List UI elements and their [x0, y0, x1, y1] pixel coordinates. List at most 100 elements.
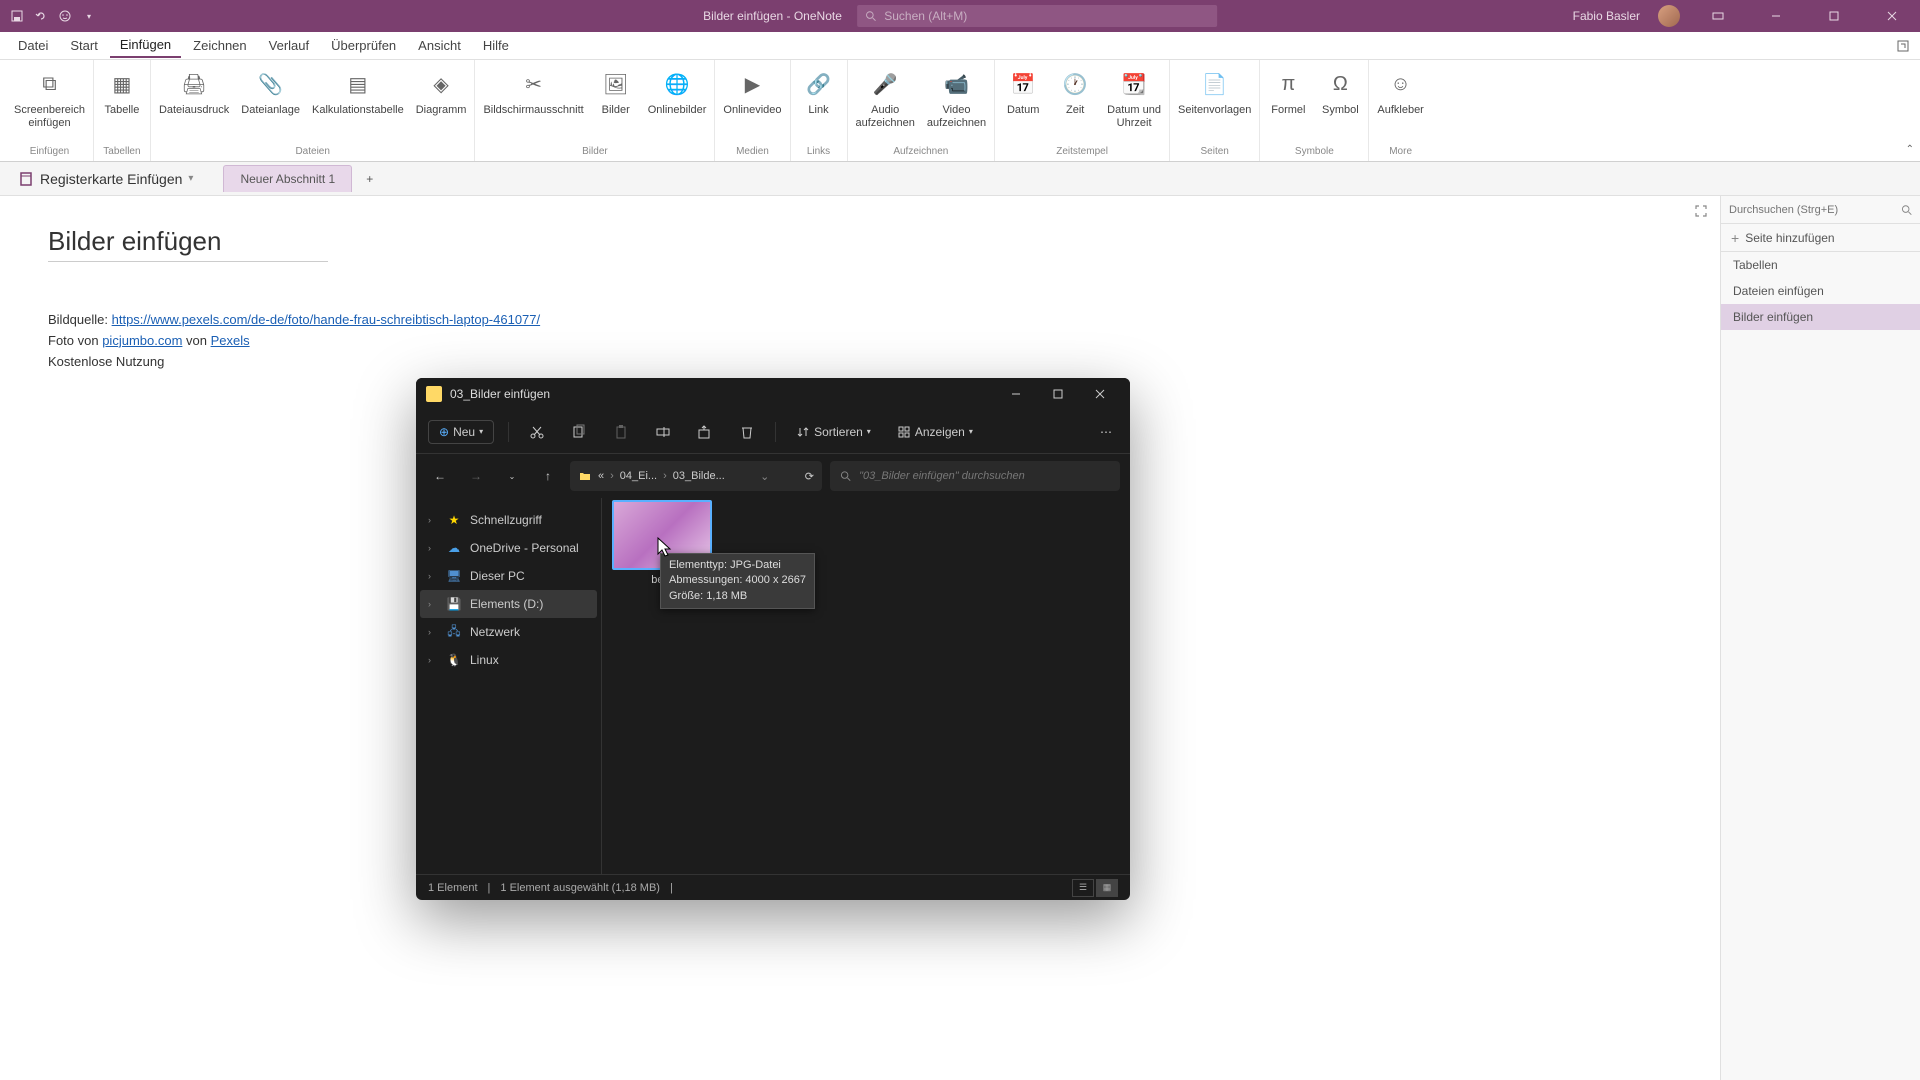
add-page-button[interactable]: + Seite hinzufügen	[1721, 224, 1920, 252]
close-icon[interactable]	[1872, 0, 1912, 32]
explorer-content[interactable]: be... Elementtyp: JPG-Datei Abmessungen:…	[602, 498, 1130, 874]
details-view-icon[interactable]: ☰	[1072, 879, 1094, 897]
chevron-right-icon[interactable]: ›	[428, 627, 438, 637]
more-icon[interactable]: ⋯	[1094, 421, 1118, 443]
ribbon-link[interactable]: 🔗Link	[799, 68, 839, 117]
ribbon-collapse-icon[interactable]: ⌃	[1906, 144, 1914, 155]
ribbon-screenshot[interactable]: ⧉Screenbereich einfügen	[14, 68, 85, 130]
tree-item-cloud[interactable]: ›☁OneDrive - Personal	[420, 534, 597, 562]
ribbon-table[interactable]: ▦Tabelle	[102, 68, 142, 117]
user-name[interactable]: Fabio Basler	[1573, 9, 1640, 23]
file-explorer-window: 03_Bilder einfügen ⊕ Neu ▾ Sortieren▾ An…	[416, 378, 1130, 900]
ribbon-clip[interactable]: ✂Bildschirmausschnitt	[483, 68, 583, 117]
explorer-close-icon[interactable]	[1080, 380, 1120, 408]
tree-item-star[interactable]: ›★Schnellzugriff	[420, 506, 597, 534]
tree-item-network[interactable]: ›🖧Netzwerk	[420, 618, 597, 646]
refresh-icon[interactable]: ⟳	[805, 470, 814, 483]
back-icon[interactable]: ←	[426, 462, 454, 490]
rename-icon[interactable]	[649, 420, 677, 444]
minimize-icon[interactable]	[1756, 0, 1796, 32]
tree-item-linux[interactable]: ›🐧Linux	[420, 646, 597, 674]
copy-icon[interactable]	[565, 420, 593, 444]
ribbon-mode-icon[interactable]	[1698, 0, 1738, 32]
ribbon-video[interactable]: ▶Onlinevideo	[723, 68, 781, 117]
tree-item-drive[interactable]: ›💾Elements (D:)	[420, 590, 597, 618]
ribbon-datetime[interactable]: 📆Datum und Uhrzeit	[1107, 68, 1161, 130]
explorer-maximize-icon[interactable]	[1038, 380, 1078, 408]
paste-icon[interactable]	[607, 420, 635, 444]
menu-tab-überprüfen[interactable]: Überprüfen	[321, 34, 406, 57]
ribbon-formula[interactable]: πFormel	[1268, 68, 1308, 117]
forward-icon[interactable]: →	[462, 462, 490, 490]
ribbon-template[interactable]: 📄Seitenvorlagen	[1178, 68, 1251, 117]
explorer-search-input[interactable]	[859, 470, 1110, 482]
ribbon-online-image[interactable]: 🌐Onlinebilder	[648, 68, 707, 117]
menu-tab-einfügen[interactable]: Einfügen	[110, 33, 181, 58]
menu-tab-verlauf[interactable]: Verlauf	[259, 34, 319, 57]
ribbon-audio[interactable]: 🎤Audio aufzeichnen	[856, 68, 915, 130]
path-segment[interactable]: «	[598, 470, 604, 482]
menu-tab-start[interactable]: Start	[60, 34, 107, 57]
up-icon[interactable]: ↑	[534, 462, 562, 490]
new-button[interactable]: ⊕ Neu ▾	[428, 420, 494, 444]
pages-search[interactable]	[1721, 196, 1920, 224]
cut-icon[interactable]	[523, 420, 551, 444]
menu-tab-ansicht[interactable]: Ansicht	[408, 34, 471, 57]
ribbon-excel[interactable]: ▤Kalkulationstabelle	[312, 68, 404, 117]
global-search-input[interactable]	[884, 9, 1209, 23]
ribbon-visio[interactable]: ◈Diagramm	[416, 68, 467, 117]
fullscreen-icon[interactable]	[1694, 204, 1708, 218]
ribbon-symbol[interactable]: ΩSymbol	[1320, 68, 1360, 117]
explorer-minimize-icon[interactable]	[996, 380, 1036, 408]
ribbon-attach[interactable]: 📎Dateianlage	[241, 68, 300, 117]
ribbon-time[interactable]: 🕐Zeit	[1055, 68, 1095, 117]
chevron-right-icon[interactable]: ›	[428, 543, 438, 553]
qat-dropdown-icon[interactable]: ▾	[82, 9, 96, 23]
section-tab[interactable]: Neuer Abschnitt 1	[223, 165, 352, 192]
ribbon-date[interactable]: 📅Datum	[1003, 68, 1043, 117]
path-segment[interactable]: 03_Bilde...	[673, 470, 725, 482]
notebook-dropdown[interactable]: Registerkarte Einfügen ▾	[8, 167, 203, 191]
share-icon[interactable]	[691, 420, 719, 444]
undo-icon[interactable]	[34, 9, 48, 23]
delete-icon[interactable]	[733, 420, 761, 444]
site-link[interactable]: Pexels	[211, 333, 250, 348]
page-item[interactable]: Dateien einfügen	[1721, 278, 1920, 304]
path-segment[interactable]: 04_Ei...	[620, 470, 657, 482]
chevron-right-icon[interactable]: ›	[428, 571, 438, 581]
global-search[interactable]	[857, 5, 1217, 27]
autosave-icon[interactable]	[10, 9, 24, 23]
add-section-button[interactable]: +	[356, 166, 383, 192]
menu-tab-zeichnen[interactable]: Zeichnen	[183, 34, 256, 57]
chevron-right-icon[interactable]: ›	[428, 655, 438, 665]
page-item[interactable]: Bilder einfügen	[1721, 304, 1920, 330]
redo-icon[interactable]	[58, 9, 72, 23]
thumbnail-view-icon[interactable]: ▦	[1096, 879, 1118, 897]
path-dropdown-icon[interactable]: ⌄	[760, 470, 769, 483]
page-title[interactable]: Bilder einfügen	[48, 226, 328, 262]
tree-item-pc[interactable]: ›🖥Dieser PC	[420, 562, 597, 590]
recent-dropdown-icon[interactable]: ⌄	[498, 462, 526, 490]
ribbon-image[interactable]: 🖼Bilder	[596, 68, 636, 117]
chevron-right-icon[interactable]: ›	[428, 515, 438, 525]
author-link[interactable]: picjumbo.com	[102, 333, 182, 348]
explorer-titlebar[interactable]: 03_Bilder einfügen	[416, 378, 1130, 410]
menu-tab-datei[interactable]: Datei	[8, 34, 58, 57]
chevron-right-icon[interactable]: ›	[428, 599, 438, 609]
sort-button[interactable]: Sortieren▾	[790, 421, 877, 443]
source-link[interactable]: https://www.pexels.com/de-de/foto/hande-…	[112, 312, 541, 327]
maximize-icon[interactable]	[1814, 0, 1854, 32]
ribbon-sticker[interactable]: ☺Aufkleber	[1377, 68, 1423, 117]
page-item[interactable]: Tabellen	[1721, 252, 1920, 278]
note-body[interactable]: Bildquelle: https://www.pexels.com/de-de…	[48, 310, 1700, 372]
ribbon-printout[interactable]: 🖨Dateiausdruck	[159, 68, 229, 117]
explorer-search[interactable]	[830, 461, 1120, 491]
address-bar[interactable]: «›04_Ei...›03_Bilde...⌄⟳	[570, 461, 822, 491]
user-avatar[interactable]	[1658, 5, 1680, 27]
audio-icon: 🎤	[869, 68, 901, 100]
share-icon[interactable]	[1896, 39, 1910, 53]
ribbon-video-rec[interactable]: 📹Video aufzeichnen	[927, 68, 986, 130]
menu-tab-hilfe[interactable]: Hilfe	[473, 34, 519, 57]
pages-search-input[interactable]	[1729, 204, 1901, 216]
view-button[interactable]: Anzeigen▾	[891, 421, 979, 443]
